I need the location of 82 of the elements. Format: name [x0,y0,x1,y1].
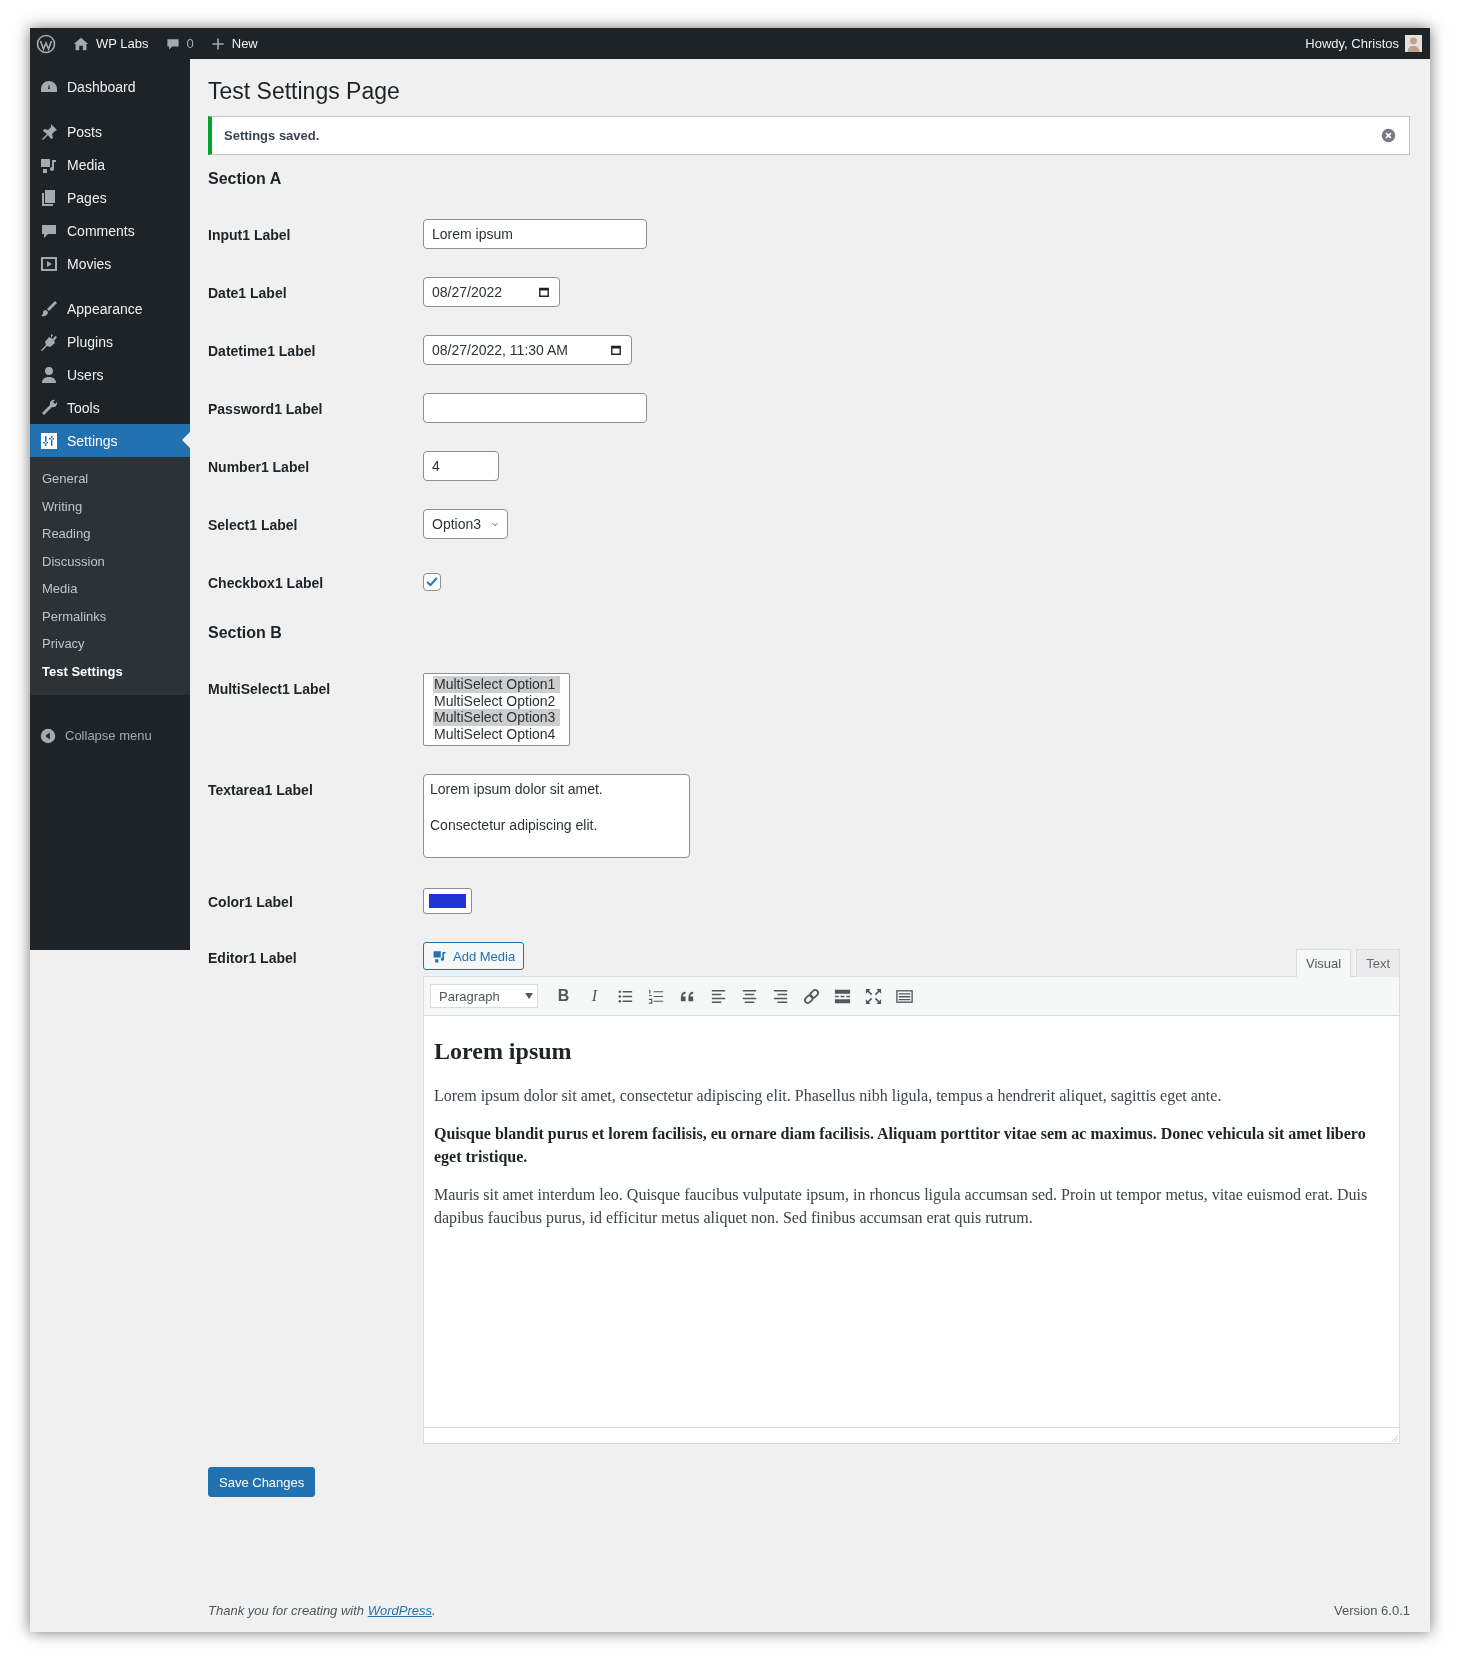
field-label: Textarea1 Label [208,781,314,799]
submenu-item[interactable]: Discussion [30,547,190,575]
sidebar-item[interactable]: Appearance [30,292,190,325]
field-label: Checkbox1 Label [208,574,325,592]
date-field[interactable]: 08/27/2022 [423,277,560,307]
sidebar-item[interactable]: Posts [30,115,190,148]
content-paragraph: Lorem ipsum dolor sit amet, consectetur adipiscing elit. Phasellus nibh ligula, tempus a hendrerit aliquet, sagittis eget ante. [434,1086,1223,1107]
number-field[interactable]: 4 [423,451,499,481]
caret-icon [525,993,533,999]
bold-button[interactable]: B [554,987,573,1005]
list-option[interactable]: MultiSelect Option4 [433,725,560,742]
content-paragraph: Mauris sit amet interdum leo. Quisque faucibus vulputate ipsum, in rhoncus ligula accumsan sed. Proin ut tempor metus, vitae euismod erat. Duis dapibus faucibus purus, id efficitur metus aliquet non. Sed finibus accumsan erat quis rutrum. [434,1184,1369,1229]
field-label: MultiSelect1 Label [208,680,332,698]
field-label: Color1 Label [208,893,294,911]
submenu-item[interactable]: Writing [30,492,190,520]
password-field[interactable] [423,393,647,423]
site-name-link[interactable]: WP Labs [72,34,149,53]
content-heading: Lorem ipsum [434,1037,573,1066]
paintbrush-icon [39,298,59,319]
list-option[interactable]: MultiSelect Option1 [433,676,560,693]
field-label: Input1 Label [208,226,292,244]
version-text: Version 6.0.1 [1334,1603,1410,1618]
circle-arrow-icon [39,726,57,745]
dismiss-icon[interactable] [1380,127,1397,144]
text-area[interactable]: Lorem ipsum dolor sit amet. Consectetur adipiscing elit. [423,774,690,858]
person-icon [39,364,59,385]
sliders-icon [39,430,59,451]
comments-link[interactable]: 0 [164,35,194,52]
sidebar-item[interactable]: Plugins [30,325,190,358]
link-icon[interactable] [802,986,821,1006]
datetime-field[interactable]: 08/27/2022, 11:30 AM [423,335,632,365]
content-paragraph: Quisque blandit purus et lorem facilisis, eu ornare diam facilisis. Aliquam porttitor vitae sem ac maximus. Donec vehicula sit amet libero eget tristique. [434,1123,1367,1168]
sidebar-item[interactable]: Users [30,358,190,391]
field-label: Date1 Label [208,284,288,302]
collapse-menu-button[interactable]: Collapse menu [30,719,190,752]
format-dropdown[interactable]: Paragraph [430,984,538,1008]
plus-icon [209,35,226,52]
submenu-item[interactable]: Privacy [30,630,190,658]
sidebar-item[interactable]: Tools [30,391,190,424]
sidebar-item[interactable]: Pages [30,181,190,214]
notice-text: Settings saved. [224,127,320,144]
footer-text: Thank you for creating with WordPress. [208,1603,436,1618]
list-option[interactable]: MultiSelect Option2 [433,692,560,709]
avatar-icon [1405,35,1422,52]
fullscreen-icon[interactable] [864,986,883,1006]
editor-tab[interactable]: Visual [1295,949,1352,977]
submenu-item[interactable]: General [30,465,190,493]
sidebar-item[interactable]: Comments [30,214,190,247]
editor-tab[interactable]: Text [1356,949,1400,977]
plug-icon [39,331,59,352]
calendar-icon [609,343,623,357]
new-link[interactable]: New [209,35,258,52]
wordpress-link[interactable]: WordPress [367,1603,432,1618]
sidebar-item[interactable]: Settings [30,424,190,457]
camera-music-icon [432,948,448,964]
field-label: Editor1 Label [208,949,298,967]
submenu-item[interactable]: Media [30,575,190,603]
multi-select-list[interactable]: MultiSelect Option1 MultiSelect Option2 MultiSelect Option3 MultiSelect Option4 [423,673,570,746]
account-link[interactable]: Howdy, Christos [1305,35,1422,52]
page-title: Test Settings Page [208,77,401,106]
save-changes-button[interactable]: Save Changes [208,1467,316,1497]
text-field[interactable]: Lorem ipsum [423,219,647,249]
sidebar-item[interactable]: Media [30,148,190,181]
field-label: Datetime1 Label [208,342,317,360]
section-heading: Section B [208,623,283,643]
checkbox[interactable] [423,573,441,591]
logo-icon[interactable] [36,33,56,54]
sidebar-item[interactable]: Dashboard [30,70,190,103]
italic-button[interactable]: I [585,987,604,1005]
field-label: Select1 Label [208,516,299,534]
list-option[interactable]: MultiSelect Option3 [433,709,560,726]
sidebar-item[interactable]: Movies [30,247,190,280]
select-field[interactable]: Option3 [423,509,508,539]
add-media-button[interactable]: Add Media [423,942,525,970]
field-label: Password1 Label [208,400,324,418]
submenu-item[interactable]: Test Settings [30,657,190,685]
submenu-item[interactable]: Permalinks [30,602,190,630]
color-picker-button[interactable] [423,888,472,914]
section-heading: Section A [208,169,283,189]
calendar-icon [537,285,551,299]
submenu-item[interactable]: Reading [30,520,190,548]
field-label: Number1 Label [208,458,311,476]
